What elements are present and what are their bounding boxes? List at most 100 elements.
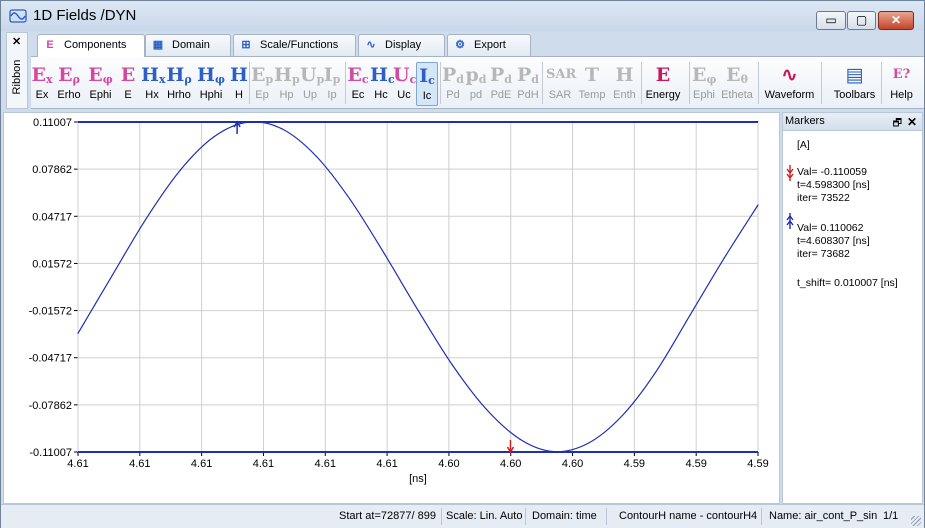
toolbar-button-hc[interactable]: Hc Hc <box>370 62 395 106</box>
toolbar-button-waveform[interactable]: ∿ Waveform <box>761 62 818 106</box>
toolbar-button-label: Hc <box>374 89 388 101</box>
chart-panel[interactable]: 0.11007 0.07862 0.04717 0.01572 -0.01572 -0.0… <box>3 112 780 504</box>
markers-title: Markers <box>785 115 825 127</box>
toolbar-button-toolbars[interactable]: ▤ Toolbars <box>832 62 877 106</box>
toolbar-button-ex[interactable]: Ex Ex <box>31 62 53 106</box>
data-point <box>417 309 419 311</box>
toolbar-separator <box>440 62 441 104</box>
data-point <box>145 218 147 220</box>
toolbar-separator <box>249 62 250 104</box>
markers-group-label: [A] <box>797 139 810 151</box>
tab-label: Display <box>385 39 422 51</box>
maximize-button[interactable]: ▢ <box>847 11 876 30</box>
toolbar-button-pd[interactable]: pd pd <box>465 62 487 106</box>
pd-icon: pd <box>465 64 487 86</box>
toolbar-button-hp[interactable]: Hp Hp <box>274 62 300 106</box>
status-divider <box>761 508 762 525</box>
toolbar-button-label: Help <box>890 89 913 101</box>
marker1-arrow-icon <box>786 165 794 181</box>
data-point <box>179 169 181 172</box>
data-point <box>213 136 215 138</box>
window-title: 1D Fields /DYN <box>33 7 137 24</box>
toolbar-button-label: Up <box>302 89 318 101</box>
toolbar-button-label: E <box>124 89 132 101</box>
close-button[interactable]: ✕ <box>878 11 914 30</box>
tab-export[interactable]: ⚙ Export <box>447 34 531 56</box>
y-tick-label: 0.01572 <box>32 258 72 270</box>
ex-icon: Ex <box>31 64 53 86</box>
close-icon[interactable]: ✕ <box>907 114 917 131</box>
hp-icon: Hp <box>274 64 300 86</box>
scale-icon: ⊞ <box>241 39 251 52</box>
tab-domain[interactable]: ▦ Domain <box>145 34 231 56</box>
y-tick-label: 0.11007 <box>33 117 72 129</box>
tab-label: Components <box>64 39 127 51</box>
y-tick-label: 0.04717 <box>32 211 72 223</box>
energy-icon: E <box>655 64 671 86</box>
status-scale: Scale: Lin. Auto <box>446 510 523 522</box>
title-bar[interactable]: 1D Fields /DYN ▭ ▢ ✕ <box>1 1 924 31</box>
toolbar-button-ephi[interactable]: Eφ Ephi <box>692 62 716 106</box>
toolbar-button-temp[interactable]: T Temp <box>575 62 609 106</box>
toolbar-button-enth[interactable]: H Enth <box>609 62 640 106</box>
toolbar-button-hphi[interactable]: Hφ Hphi <box>195 62 227 106</box>
toolbar-separator <box>881 62 882 104</box>
toolbar-button-label: PdE <box>490 89 512 101</box>
toolbar-button-pd[interactable]: Pd Pd <box>442 62 464 106</box>
y-tick-label: -0.07862 <box>29 400 72 412</box>
toolbar-button-label: Hphi <box>199 89 223 101</box>
toolbar-button-etheta[interactable]: Eθ Etheta <box>718 62 756 106</box>
toolbar-button-up[interactable]: Up Up <box>300 62 324 106</box>
ribbon-label[interactable]: Ribbon <box>11 55 23 99</box>
data-point <box>723 257 725 259</box>
h-icon: H <box>230 64 248 86</box>
markers-panel: Markers 🗗 ✕ [A] Val= -0.110059 t=4.59830… <box>782 112 923 504</box>
tab-components[interactable]: E Components <box>37 34 145 57</box>
toolbar-button-ic[interactable]: Ic Ic <box>416 62 438 106</box>
toolbar-button-ip[interactable]: Ip Ip <box>321 62 343 106</box>
y-tick-label: 0.07862 <box>32 164 72 176</box>
pin-icon[interactable]: 🗗 <box>893 115 902 132</box>
toolbar-button-help[interactable]: E? Help <box>885 62 918 106</box>
help-icon: E? <box>892 67 911 82</box>
toolbar-button-ep[interactable]: Ep Ep <box>251 62 273 106</box>
ribbon-close-icon[interactable]: ✕ <box>12 35 21 48</box>
uc-icon: Uc <box>393 64 417 86</box>
ip-icon: Ip <box>323 64 341 86</box>
tab-scale-functions[interactable]: ⊞ Scale/Functions <box>233 34 356 56</box>
toolbar-button-uc[interactable]: Uc Uc <box>393 62 417 106</box>
toolbar-button-h[interactable]: HH <box>228 62 250 106</box>
status-name: Name: air_cont_P_sin <box>769 510 878 522</box>
toolbar-button-label: Ec <box>351 89 365 101</box>
toolbar-separator <box>821 62 822 104</box>
minimize-button[interactable]: ▭ <box>816 11 846 30</box>
toolbar-button-ephi[interactable]: Eφ Ephi <box>85 62 116 106</box>
toolbar-button-label: Uc <box>397 89 411 101</box>
data-point <box>757 204 759 206</box>
x-tick-label: 4.61 <box>376 458 397 470</box>
toolbar-button-erho[interactable]: Eρ Erho <box>54 62 84 106</box>
toolbar-button-pdh[interactable]: Pd PdH <box>515 62 541 106</box>
toolbar-button-label: Ep <box>255 89 269 101</box>
toolbar-button-energy[interactable]: E Energy <box>644 62 682 106</box>
data-point <box>383 252 385 254</box>
data-point <box>587 442 589 444</box>
toolbar-button-hrho[interactable]: Hρ Hrho <box>164 62 194 106</box>
data-point <box>281 128 283 130</box>
x-tick-label: 4.60 <box>500 458 521 470</box>
toolbar-button-hx[interactable]: Hx Hx <box>141 62 166 106</box>
toolbar-button-sar[interactable]: SAR SAR <box>546 62 576 106</box>
toolbar-button-label: H <box>235 89 243 101</box>
data-point <box>519 438 521 440</box>
x-tick-label: 4.59 <box>685 458 706 470</box>
resize-grip[interactable] <box>911 516 921 526</box>
markers-panel-header[interactable]: Markers 🗗 ✕ <box>783 113 922 131</box>
toolbar-button-pde[interactable]: Pd PdE <box>488 62 514 106</box>
toolbar-separator <box>641 62 642 104</box>
toolbar-button-e[interactable]: EE <box>117 62 139 106</box>
line-chart[interactable]: 0.11007 0.07862 0.04717 0.01572 -0.01572 -0.0… <box>4 113 781 505</box>
data-point <box>77 332 79 334</box>
toolbar-button-ec[interactable]: Ec Ec <box>347 62 369 106</box>
tab-display[interactable]: ∿ Display <box>358 34 445 56</box>
toolbar-button-label: Enth <box>613 89 636 101</box>
